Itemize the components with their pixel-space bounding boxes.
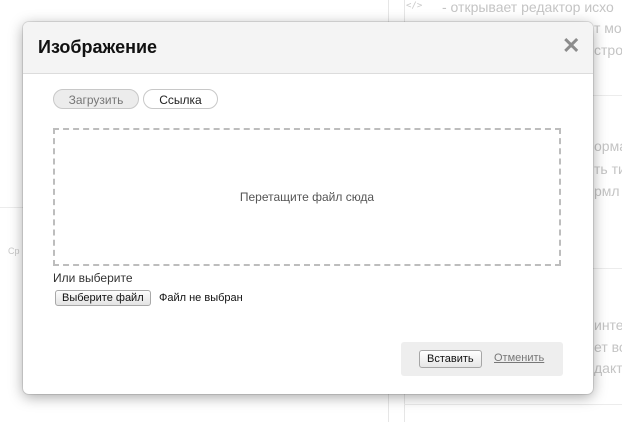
bg-text-line: - открывает редактор исхо	[442, 0, 614, 15]
tab-link[interactable]: Ссылка	[143, 89, 218, 109]
bg-text-line: орма	[594, 138, 622, 154]
image-dialog: Изображение ✕ Загрузить Ссылка Перетащит…	[23, 22, 593, 394]
tab-upload[interactable]: Загрузить	[53, 89, 139, 109]
bg-text-line: дакто	[594, 360, 622, 376]
bg-separator	[404, 404, 622, 405]
bg-text-line: ет во	[594, 339, 622, 355]
bg-text-line: ть ти	[594, 161, 622, 177]
bg-side-label: Ср	[8, 246, 20, 256]
file-dropzone[interactable]: Перетащите файл сюда	[53, 128, 561, 266]
dropzone-label: Перетащите файл сюда	[239, 190, 375, 204]
cancel-link[interactable]: Отменить	[494, 352, 544, 364]
choose-file-button[interactable]: Выберите файл	[55, 290, 151, 306]
code-icon: </>	[406, 1, 423, 11]
bg-separator	[0, 207, 25, 208]
dialog-footer: Вставить Отменить	[401, 342, 563, 376]
insert-button[interactable]: Вставить	[419, 350, 482, 368]
close-icon[interactable]: ✕	[562, 35, 580, 57]
or-choose-label: Или выберите	[53, 271, 133, 285]
bg-text-line: рмл	[594, 183, 620, 199]
bg-text-line: т мо	[594, 20, 622, 36]
dialog-title: Изображение	[38, 37, 158, 57]
file-status-text: Файл не выбран	[159, 292, 243, 304]
bg-text-line: стро	[594, 42, 622, 58]
bg-text-line: инте	[594, 317, 622, 333]
dialog-header: Изображение ✕	[23, 22, 593, 74]
